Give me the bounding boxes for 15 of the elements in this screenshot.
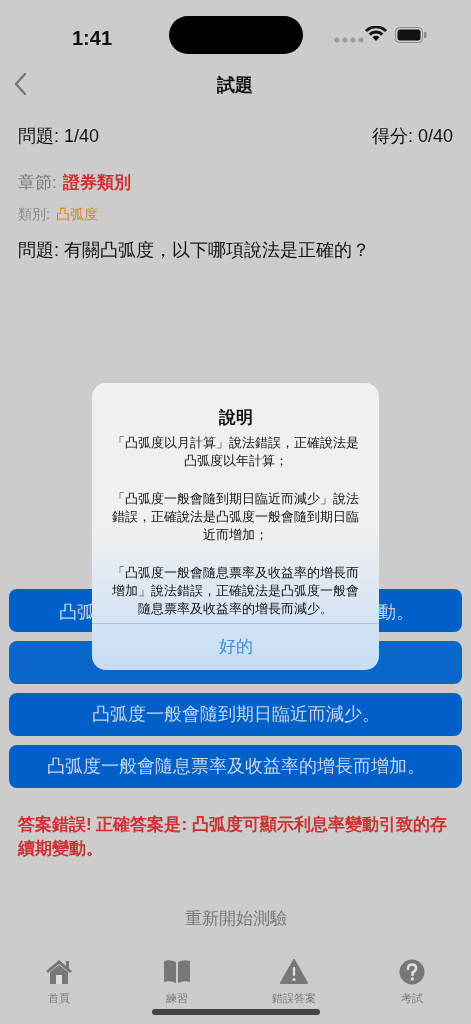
screen-title: 試題 [216,74,254,97]
question-text: 問題: 有關凸弧度，以下哪項說法是正確的？ [17,238,371,262]
chapter-value: 證券類別 [62,172,131,194]
score-text: 得分: 0/40 [371,125,453,148]
category-value: 凸弧度 [55,204,98,224]
alert-message: 「凸弧度以月計算」說法錯誤，正確說法是凸弧度以年計算； [112,433,359,470]
option-text-end: 動。 [378,600,414,624]
alert-message: 「凸弧度一般會隨到期日臨近而減少」說法錯誤，正確說法是凸弧度一般會隨到期日臨近而增加； [112,489,359,544]
status-time: 1:41 [72,26,113,51]
category-label: 類別: [18,204,50,224]
chapter-label: 章節: [18,172,57,194]
alert-title: 說明 [217,407,254,429]
feedback-message: 答案錯誤! 正確答案是: 凸弧度可顯示利息率變動引致的存續期變動。 [16,813,448,860]
question-counter: 問題: 1/40 [18,125,100,148]
alert-message: 「凸弧度一般會隨息票率及收益率的增長而增加」說法錯誤，正確說法是凸弧度一般會隨息票率及收益率的增長而減少。 [112,563,359,618]
